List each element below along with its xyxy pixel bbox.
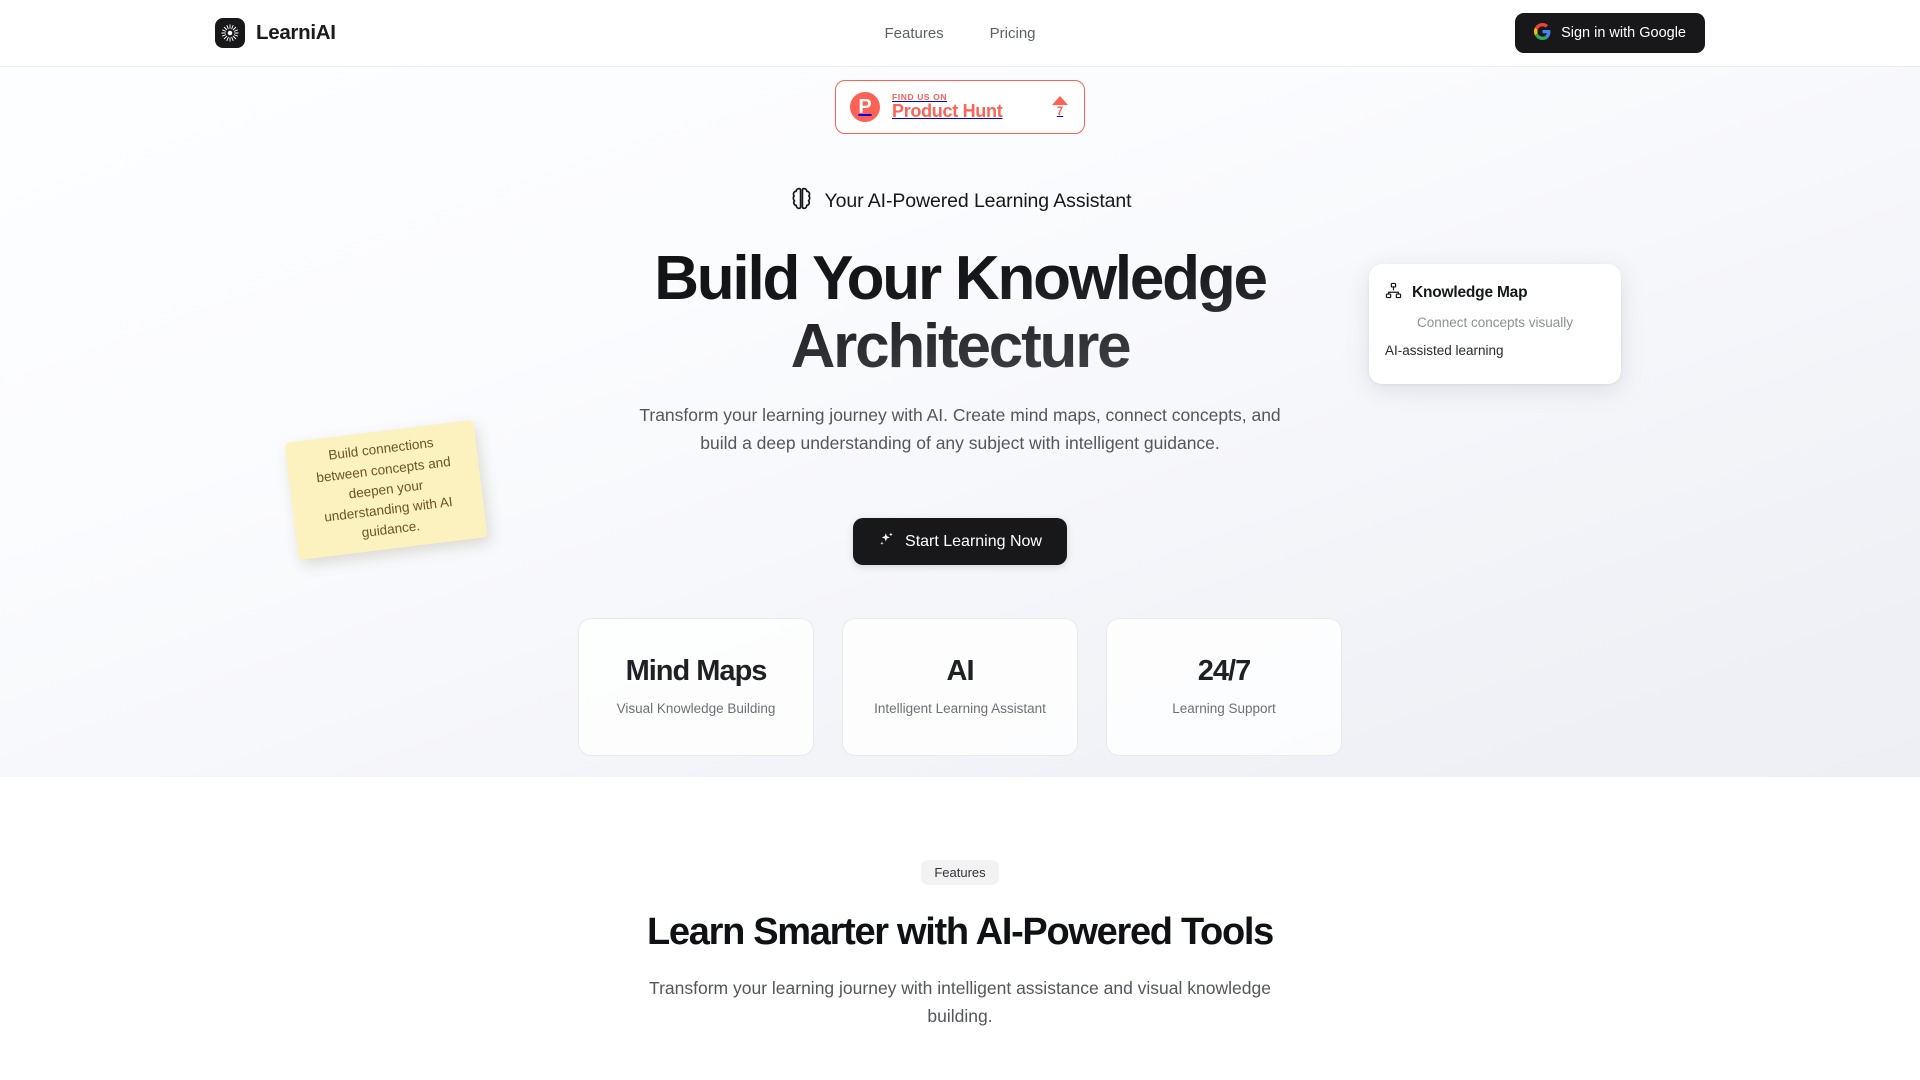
knowledge-map-card[interactable]: Knowledge Map Connect concepts visually … bbox=[1369, 264, 1621, 384]
product-hunt-upvote[interactable]: 7 bbox=[1052, 95, 1070, 119]
hero-tagline-text: Your AI-Powered Learning Assistant bbox=[824, 189, 1132, 212]
sunburst-sparkle-icon bbox=[215, 18, 245, 48]
product-hunt-name: Product Hunt bbox=[892, 101, 1003, 122]
stat-card-ai: AI Intelligent Learning Assistant bbox=[842, 618, 1078, 756]
network-hierarchy-icon bbox=[1385, 282, 1402, 304]
knowledge-map-footer: AI-assisted learning bbox=[1385, 343, 1504, 358]
stat-card-support: 24/7 Learning Support bbox=[1106, 618, 1342, 756]
stat-value: AI bbox=[946, 654, 975, 687]
features-subtitle: Transform your learning journey with int… bbox=[649, 978, 1271, 1027]
nav-link-features[interactable]: Features bbox=[884, 25, 943, 42]
start-learning-now-button[interactable]: Start Learning Now bbox=[853, 518, 1067, 565]
hero-section: P FIND US ON Product Hunt 7 Your AI-Powe… bbox=[0, 67, 1920, 777]
stat-label: Visual Knowledge Building bbox=[616, 700, 776, 716]
hero-title-line-2: Architecture bbox=[790, 311, 1130, 381]
brand-name: LearniAI bbox=[256, 21, 336, 44]
knowledge-map-title: Knowledge Map bbox=[1412, 284, 1528, 301]
product-hunt-text: FIND US ON Product Hunt bbox=[892, 92, 1040, 122]
knowledge-map-header: Knowledge Map bbox=[1385, 282, 1605, 304]
sticky-note: Build connections between concepts and d… bbox=[284, 419, 488, 561]
brand-logo[interactable]: LearniAI bbox=[215, 18, 336, 48]
hero-title: Build Your Knowledge Architecture bbox=[0, 245, 1920, 380]
brain-icon bbox=[789, 186, 814, 216]
stat-label: Intelligent Learning Assistant bbox=[874, 700, 1046, 716]
features-section: Features Learn Smarter with AI-Powered T… bbox=[0, 777, 1920, 1031]
top-navbar: LearniAI Features Pricing Sign in with G… bbox=[0, 0, 1920, 67]
sticky-note-text: Build connections between concepts and d… bbox=[315, 435, 454, 541]
features-title: Learn Smarter with AI-Powered Tools bbox=[647, 911, 1274, 953]
hero-cta-container: Start Learning Now bbox=[0, 518, 1920, 565]
landing-page: LearniAI Features Pricing Sign in with G… bbox=[0, 0, 1920, 1080]
upvote-count: 7 bbox=[1056, 105, 1064, 118]
sign-in-label: Sign in with Google bbox=[1561, 25, 1686, 41]
product-hunt-badge[interactable]: P FIND US ON Product Hunt 7 bbox=[835, 80, 1085, 134]
stat-label: Learning Support bbox=[1172, 700, 1276, 716]
stat-value: 24/7 bbox=[1197, 654, 1251, 687]
hero-subtitle: Transform your learning journey with AI.… bbox=[639, 405, 1281, 454]
nav-link-pricing[interactable]: Pricing bbox=[990, 25, 1036, 42]
hero-title-line-1: Build Your Knowledge bbox=[654, 244, 1266, 313]
product-hunt-logo-icon: P bbox=[850, 92, 880, 122]
stat-value: Mind Maps bbox=[625, 654, 768, 687]
cta-label: Start Learning Now bbox=[905, 532, 1042, 550]
knowledge-map-subtitle: Connect concepts visually bbox=[1416, 315, 1574, 330]
upvote-triangle-icon bbox=[1052, 95, 1068, 105]
hero-stat-cards: Mind Maps Visual Knowledge Building AI I… bbox=[578, 618, 1342, 756]
hero-tagline: Your AI-Powered Learning Assistant bbox=[0, 186, 1920, 216]
features-pill-badge: Features bbox=[921, 860, 999, 885]
sparkles-icon bbox=[878, 531, 895, 553]
google-g-icon bbox=[1534, 22, 1551, 44]
sign-in-with-google-button[interactable]: Sign in with Google bbox=[1515, 13, 1705, 53]
primary-nav: Features Pricing bbox=[884, 25, 1035, 42]
stat-card-mind-maps: Mind Maps Visual Knowledge Building bbox=[578, 618, 814, 756]
